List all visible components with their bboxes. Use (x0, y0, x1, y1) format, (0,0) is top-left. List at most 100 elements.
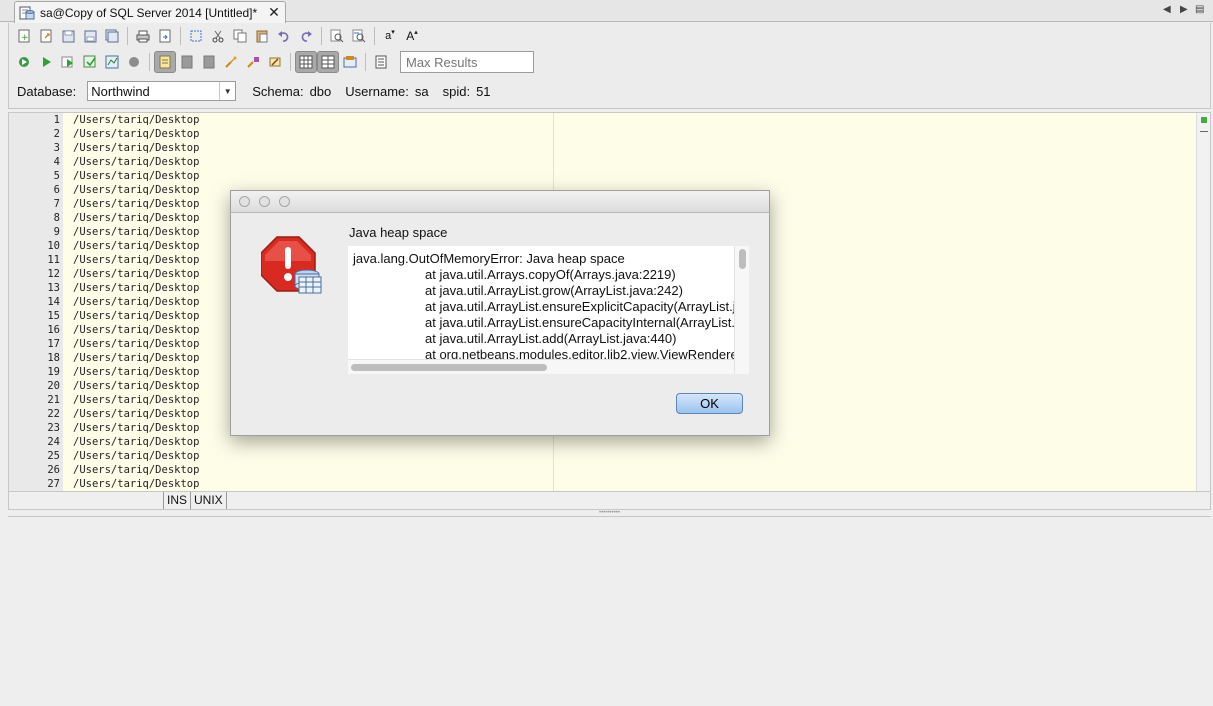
save-all-icon[interactable] (101, 25, 123, 47)
stack-frame-line: at java.util.ArrayList.ensureCapacityInt… (425, 315, 749, 330)
clear-icon[interactable] (264, 51, 286, 73)
paste-icon[interactable] (251, 25, 273, 47)
close-icon[interactable]: ✕ (266, 4, 282, 21)
code-line[interactable]: /Users/tariq/Desktop (73, 239, 199, 253)
format-sql-icon[interactable] (242, 51, 264, 73)
zoom-window-icon[interactable] (279, 196, 290, 207)
new-file-icon[interactable]: + (13, 25, 35, 47)
code-line[interactable]: /Users/tariq/Desktop (73, 253, 199, 267)
stop-icon[interactable] (123, 51, 145, 73)
line-number: 13 (47, 282, 60, 294)
error-details-area[interactable]: java.lang.OutOfMemoryError: Java heap sp… (348, 246, 749, 374)
run-icon[interactable] (35, 51, 57, 73)
copy-icon[interactable] (229, 25, 251, 47)
ok-button[interactable]: OK (676, 393, 743, 414)
select-all-icon[interactable] (185, 25, 207, 47)
code-line[interactable]: /Users/tariq/Desktop (73, 337, 199, 351)
open-file-icon[interactable] (35, 25, 57, 47)
scrollbar-thumb[interactable] (351, 364, 547, 371)
line-ending-indicator: UNIX (191, 492, 227, 509)
save-icon[interactable] (57, 25, 79, 47)
print-icon[interactable] (132, 25, 154, 47)
code-line[interactable]: /Users/tariq/Desktop (73, 169, 199, 183)
results-text-icon[interactable] (317, 51, 339, 73)
code-line[interactable]: /Users/tariq/Desktop (73, 155, 199, 169)
history-icon[interactable] (370, 51, 392, 73)
explain-icon[interactable] (101, 51, 123, 73)
line-number: 20 (47, 380, 60, 392)
undo-icon[interactable] (273, 25, 295, 47)
status-position (9, 492, 164, 509)
execute-all-icon[interactable] (13, 51, 35, 73)
run-current-icon[interactable] (79, 51, 101, 73)
code-line[interactable]: /Users/tariq/Desktop (73, 225, 199, 239)
line-number: 7 (53, 198, 60, 210)
code-line[interactable]: /Users/tariq/Desktop (73, 421, 199, 435)
code-line[interactable]: /Users/tariq/Desktop (73, 365, 199, 379)
stack-frame-line: at java.util.ArrayList.ensureExplicitCap… (425, 299, 749, 314)
line-number: 12 (47, 268, 60, 280)
tab-sql-editor[interactable]: sa@Copy of SQL Server 2014 [Untitled]* ✕ (14, 1, 286, 23)
code-line[interactable]: /Users/tariq/Desktop (73, 351, 199, 365)
code-line[interactable]: /Users/tariq/Desktop (73, 323, 199, 337)
increase-font-icon[interactable]: A ▴ (401, 25, 423, 47)
code-line[interactable]: /Users/tariq/Desktop (73, 295, 199, 309)
results-grid-icon[interactable] (295, 51, 317, 73)
editor-status-bar: INS UNIX (8, 492, 1211, 510)
line-number-gutter: 1 2 3 4 5 6 7 8 9 10 11 12 13 14 15 16 17 18 19 20 21 22 23 24 2… (9, 113, 63, 491)
dialog-titlebar[interactable] (231, 191, 769, 213)
code-line[interactable]: /Users/tariq/Desktop (73, 407, 199, 421)
decrease-font-icon[interactable]: a ▾ (379, 25, 401, 47)
cut-icon[interactable] (207, 25, 229, 47)
vertical-scrollbar[interactable] (734, 246, 749, 374)
code-line[interactable]: /Users/tariq/Desktop (73, 211, 199, 225)
run-selection-icon[interactable] (57, 51, 79, 73)
line-number: 11 (47, 254, 60, 266)
scroll-tabs-right-icon[interactable]: ▶ (1180, 4, 1188, 15)
redo-icon[interactable] (295, 25, 317, 47)
code-line[interactable]: /Users/tariq/Desktop (73, 477, 199, 491)
code-line[interactable]: /Users/tariq/Desktop (73, 463, 199, 477)
line-number: 21 (47, 394, 60, 406)
tab-list-icon[interactable]: ▤ (1195, 4, 1204, 15)
find-icon[interactable] (326, 25, 348, 47)
code-line[interactable]: /Users/tariq/Desktop (73, 379, 199, 393)
editor-text[interactable]: /Users/tariq/Desktop/Users/tariq/Desktop… (73, 113, 199, 491)
code-line[interactable]: /Users/tariq/Desktop (73, 393, 199, 407)
code-line[interactable]: /Users/tariq/Desktop (73, 141, 199, 155)
code-line[interactable]: /Users/tariq/Desktop (73, 197, 199, 211)
replace-icon[interactable] (348, 25, 370, 47)
commit-icon[interactable] (176, 51, 198, 73)
stack-trace-text[interactable]: java.lang.OutOfMemoryError: Java heap sp… (353, 251, 749, 363)
max-results-input[interactable] (400, 51, 534, 73)
line-number: 17 (47, 338, 60, 350)
code-line[interactable]: /Users/tariq/Desktop (73, 183, 199, 197)
line-number: 2 (53, 128, 60, 140)
code-line[interactable]: /Users/tariq/Desktop (73, 267, 199, 281)
results-file-icon[interactable] (339, 51, 361, 73)
scroll-tabs-left-icon[interactable]: ◀ (1163, 4, 1171, 15)
code-line[interactable]: /Users/tariq/Desktop (73, 309, 199, 323)
stack-frame-line: at java.util.Arrays.copyOf(Arrays.java:2… (425, 267, 676, 282)
code-line[interactable]: /Users/tariq/Desktop (73, 127, 199, 141)
error-stripe (1196, 113, 1210, 491)
results-splitter[interactable]: •••••••••• (8, 510, 1211, 517)
code-line[interactable]: /Users/tariq/Desktop (73, 113, 199, 127)
save-as-icon[interactable] (79, 25, 101, 47)
code-line[interactable]: /Users/tariq/Desktop (73, 281, 199, 295)
code-line[interactable]: /Users/tariq/Desktop (73, 449, 199, 463)
autocommit-icon[interactable] (154, 51, 176, 73)
disconnect-icon[interactable] (220, 51, 242, 73)
schema-value: dbo (309, 83, 332, 99)
minimize-window-icon[interactable] (259, 196, 270, 207)
database-select[interactable]: Northwind ▼ (87, 81, 237, 101)
rollback-icon[interactable] (198, 51, 220, 73)
close-window-icon[interactable] (239, 196, 250, 207)
code-line[interactable]: /Users/tariq/Desktop (73, 435, 199, 449)
line-number: 14 (47, 296, 60, 308)
username-value: sa (414, 83, 429, 99)
scrollbar-thumb[interactable] (739, 249, 746, 269)
horizontal-scrollbar[interactable] (348, 359, 734, 374)
export-icon[interactable] (154, 25, 176, 47)
line-number: 19 (47, 366, 60, 378)
